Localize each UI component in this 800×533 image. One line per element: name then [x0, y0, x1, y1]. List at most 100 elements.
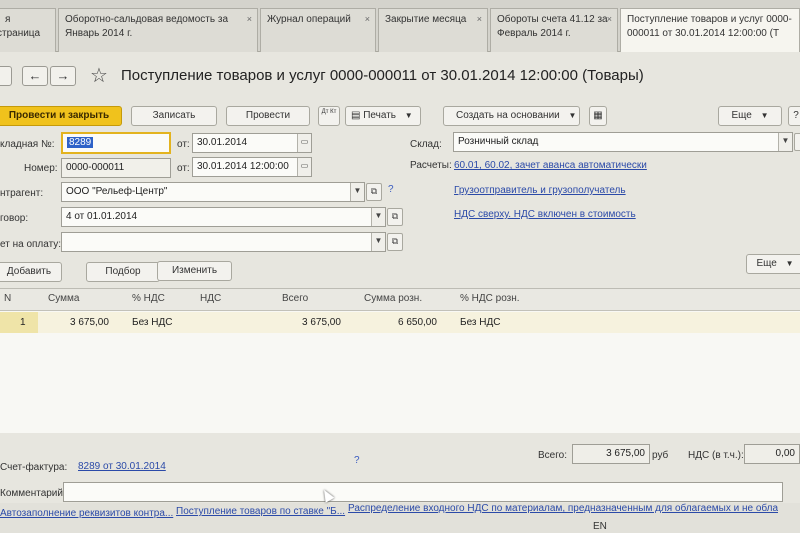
vat-distribution-link[interactable]: Распределение входного НДС по материалам…	[348, 503, 778, 514]
table-row[interactable]: 1 3 675,00 Без НДС 3 675,00 6 650,00 Без…	[0, 312, 800, 333]
tab-label: Поступление товаров и услуг 0000-000011 …	[627, 14, 792, 39]
menu-button[interactable]	[0, 66, 12, 86]
more-button[interactable]: Еще ▼	[718, 106, 782, 126]
chevron-down-icon[interactable]: ▼	[350, 183, 364, 201]
input-value: 8289	[67, 137, 94, 148]
tab-month-closing[interactable]: Закрытие месяца ×	[378, 8, 488, 52]
warehouse-input[interactable]: Розничный склад ▼	[453, 132, 793, 152]
button-label: Еще	[756, 258, 777, 269]
close-icon[interactable]: ×	[477, 12, 482, 26]
vat-total-field: 0,00	[744, 444, 800, 464]
chevron-down-icon[interactable]: ▼	[371, 208, 385, 226]
column-header-retail-vat-rate[interactable]: % НДС розн.	[460, 293, 520, 304]
autofill-contractor-link[interactable]: Автозаполнение реквизитов контра...	[0, 508, 173, 519]
table-more-button[interactable]: Еще ▼	[746, 254, 800, 274]
vat-total-value: 0,00	[775, 448, 795, 459]
goods-table[interactable]: N Сумма % НДС НДС Всего Сумма розн. % НД…	[0, 288, 800, 433]
button-label: Провести	[245, 110, 291, 121]
button-label: Печать	[363, 110, 396, 121]
tab-label: Журнал операций	[267, 14, 351, 25]
datetime-label: от:	[177, 163, 190, 174]
change-button[interactable]: Изменить	[157, 261, 232, 281]
open-warehouse-button[interactable]	[794, 133, 800, 151]
column-header-retail-sum[interactable]: Сумма розн.	[364, 293, 422, 304]
close-icon[interactable]: ×	[607, 12, 612, 26]
post-and-close-button[interactable]: Провести и закрыть	[0, 106, 122, 126]
total-label: Всего:	[538, 450, 567, 461]
shipper-consignee-link[interactable]: Грузоотправитель и грузополучатель	[454, 185, 626, 196]
datetime-input[interactable]: 30.01.2014 12:00:00 ▭	[192, 157, 312, 177]
column-header-sum[interactable]: Сумма	[48, 293, 79, 304]
open-payment-account-button[interactable]: ⧉	[387, 233, 403, 251]
open-contract-button[interactable]: ⧉	[387, 208, 403, 226]
payment-account-input[interactable]: ▼	[61, 232, 386, 252]
column-header-vat[interactable]: НДС	[200, 293, 221, 304]
forward-button[interactable]: →	[50, 66, 76, 86]
tab-home[interactable]: я страница	[0, 8, 56, 52]
help-question-icon[interactable]: ?	[354, 455, 360, 466]
help-button[interactable]: ?	[788, 106, 800, 126]
calendar-icon[interactable]: ▭	[297, 158, 311, 176]
button-label: Записать	[152, 110, 196, 121]
warehouse-label: Склад:	[410, 139, 442, 150]
tab-turnover-sheet[interactable]: Оборотно-сальдовая ведомость за Январь 2…	[58, 8, 258, 52]
cell-n: 1	[20, 317, 26, 328]
invoice-number-label: кладная №:	[0, 139, 55, 150]
dt-kt-button[interactable]: Дт Кт	[318, 106, 340, 126]
input-value: Розничный склад	[458, 136, 539, 147]
chevron-down-icon: ▼	[760, 111, 769, 120]
button-label: Провести и закрыть	[8, 110, 110, 121]
contract-input[interactable]: 4 от 01.01.2014 ▼	[61, 207, 386, 227]
cell-sum: 3 675,00	[70, 317, 109, 328]
chevron-down-icon: ▼	[404, 111, 413, 120]
invoice-link[interactable]: 8289 от 30.01.2014	[78, 461, 166, 472]
add-row-button[interactable]: Добавить	[0, 262, 62, 282]
vat-total-label: НДС (в т.ч.):	[688, 450, 744, 461]
settlements-link[interactable]: 60.01, 60.02, зачет аванса автоматически	[454, 160, 647, 171]
close-icon[interactable]: ×	[247, 12, 252, 26]
cell-retail-vat-rate: Без НДС	[460, 317, 501, 328]
save-button[interactable]: Записать	[131, 106, 217, 126]
contract-label: говор:	[0, 213, 29, 224]
invoice-number-input[interactable]: 8289	[61, 132, 171, 154]
comment-input[interactable]	[63, 482, 783, 502]
question-icon: ?	[793, 110, 799, 121]
close-icon[interactable]: ×	[365, 12, 370, 26]
tab-bar: я страница Оборотно-сальдовая ведомость …	[0, 0, 800, 52]
button-label: Еще	[731, 110, 752, 121]
create-based-on-button[interactable]: Создать на основании ▼	[443, 106, 580, 126]
date-input[interactable]: 30.01.2014 ▭	[192, 133, 312, 153]
column-header-total[interactable]: Всего	[282, 293, 308, 304]
button-label: Подбор	[105, 266, 141, 277]
pick-button[interactable]: Подбор	[86, 262, 160, 282]
goods-receipt-rate-link[interactable]: Поступление товаров по ставке "Б...	[176, 506, 345, 517]
column-header-n[interactable]: N	[4, 293, 11, 304]
column-header-vat-rate[interactable]: % НДС	[132, 293, 165, 304]
star-icon[interactable]: ☆	[90, 63, 108, 88]
back-button[interactable]: ←	[22, 66, 48, 86]
arrow-left-icon: ←	[28, 68, 42, 83]
payment-account-label: ет на оплату:	[0, 239, 62, 250]
button-label: Изменить	[171, 265, 218, 276]
tab-operations-journal[interactable]: Журнал операций ×	[260, 8, 376, 52]
contractor-input[interactable]: ООО "Рельеф-Центр" ▼	[61, 182, 365, 202]
chevron-down-icon[interactable]: ▼	[371, 233, 385, 251]
input-value: 4 от 01.01.2014	[66, 211, 138, 222]
help-question-icon[interactable]: ?	[388, 184, 394, 195]
tab-account-turnover[interactable]: Обороты счета 41.12 за Февраль 2014 г. ×	[490, 8, 618, 52]
post-button[interactable]: Провести	[226, 106, 310, 126]
tab-goods-receipt[interactable]: Поступление товаров и услуг 0000-000011 …	[620, 8, 800, 52]
chevron-down-icon[interactable]: ▼	[778, 133, 792, 151]
total-value: 3 675,00	[606, 448, 645, 459]
number-input[interactable]: 0000-000011	[61, 158, 171, 178]
print-button[interactable]: ▤ Печать ▼	[345, 106, 421, 126]
cell-retail-sum: 6 650,00	[398, 317, 437, 328]
calendar-icon[interactable]: ▭	[297, 134, 311, 152]
vat-mode-link[interactable]: НДС сверху. НДС включен в стоимость	[454, 209, 636, 220]
open-contractor-button[interactable]: ⧉	[366, 183, 382, 201]
invoice-label: Счет-фактура:	[0, 462, 68, 473]
document-header: ← → ☆ Поступление товаров и услуг 0000-0…	[0, 58, 800, 98]
keyboard-language-indicator[interactable]: EN	[593, 521, 607, 532]
number-label: Номер:	[24, 163, 58, 174]
report-button[interactable]: ▦	[589, 106, 607, 126]
